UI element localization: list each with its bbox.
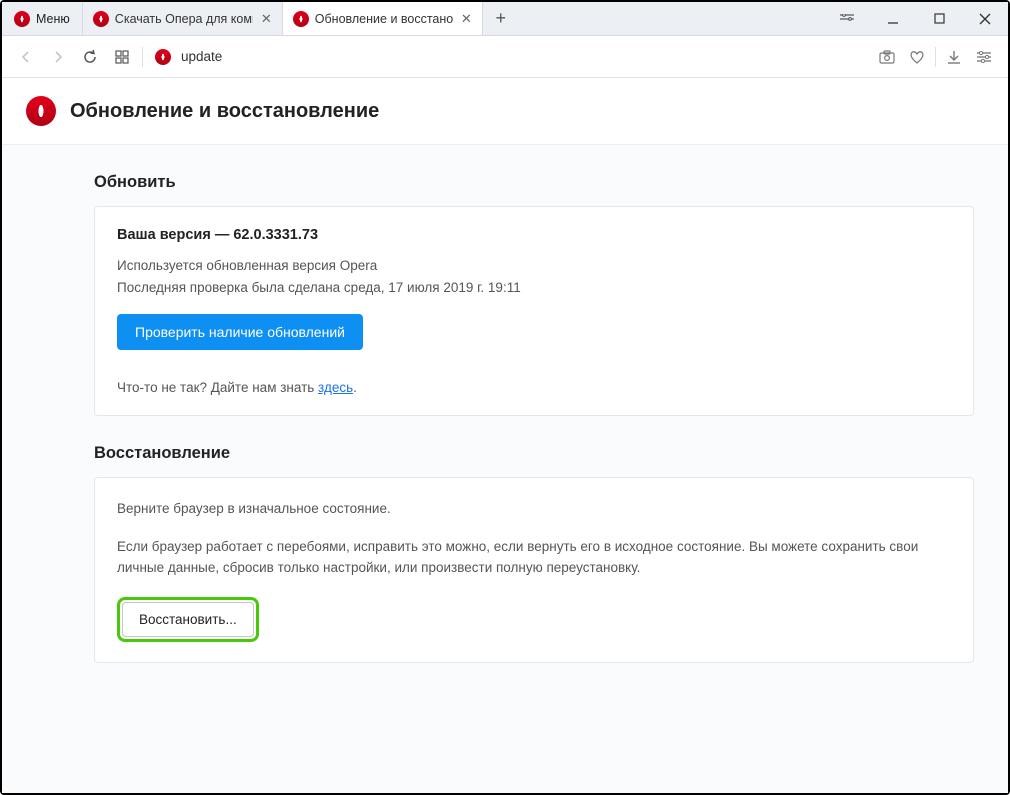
status-text: Используется обновленная версия Opera: [117, 255, 951, 277]
tab-update-recovery[interactable]: Обновление и восстановл ✕: [283, 2, 483, 35]
back-button[interactable]: [12, 43, 40, 71]
menu-button[interactable]: Меню: [2, 2, 83, 35]
page-title: Обновление и восстановление: [70, 100, 379, 123]
footnote-suffix: .: [353, 380, 357, 395]
version-line: Ваша версия — 62.0.3331.73: [117, 227, 951, 243]
url-field[interactable]: update: [149, 49, 869, 65]
update-section: Обновить Ваша версия — 62.0.3331.73 Испо…: [94, 173, 974, 416]
page-header: Обновление и восстановление: [2, 78, 1008, 145]
speed-dial-button[interactable]: [108, 43, 136, 71]
opera-logo-icon: [14, 11, 30, 27]
close-window-button[interactable]: [962, 2, 1008, 36]
window-controls: [824, 2, 1008, 35]
close-icon[interactable]: ✕: [461, 11, 472, 27]
address-actions: [873, 43, 998, 71]
snapshot-button[interactable]: [873, 43, 901, 71]
opera-logo-icon: [26, 96, 56, 126]
tab-title: Обновление и восстановл: [315, 12, 453, 26]
recovery-description: Если браузер работает с перебоями, испра…: [117, 536, 951, 579]
menu-lines-icon[interactable]: [824, 2, 870, 36]
url-text: update: [181, 49, 222, 64]
recovery-card: Верните браузер в изначальное состояние.…: [94, 477, 974, 663]
reload-button[interactable]: [76, 43, 104, 71]
feedback-footnote: Что-то не так? Дайте нам знать здесь.: [117, 380, 951, 395]
tab-download[interactable]: Скачать Опера для компь ✕: [83, 2, 283, 35]
tab-strip: Скачать Опера для компь ✕ Обновление и в…: [83, 2, 824, 35]
recovery-intro: Верните браузер в изначальное состояние.: [117, 498, 951, 520]
titlebar: Меню Скачать Опера для компь ✕ Обновлени…: [2, 2, 1008, 36]
separator: [935, 47, 936, 67]
separator: [142, 47, 143, 67]
section-heading: Обновить: [94, 173, 974, 192]
maximize-button[interactable]: [916, 2, 962, 36]
easy-setup-button[interactable]: [970, 43, 998, 71]
page-content: Обновление и восстановление Обновить Ваш…: [2, 78, 1008, 793]
footnote-prefix: Что-то не так? Дайте нам знать: [117, 380, 318, 395]
version-value: 62.0.3331.73: [233, 227, 318, 243]
opera-favicon-icon: [93, 11, 109, 27]
feedback-link[interactable]: здесь: [318, 380, 353, 395]
bookmark-heart-button[interactable]: [903, 43, 931, 71]
new-tab-button[interactable]: +: [483, 2, 519, 35]
minimize-button[interactable]: [870, 2, 916, 36]
restore-button[interactable]: Восстановить...: [122, 602, 254, 637]
address-bar: update: [2, 36, 1008, 78]
close-icon[interactable]: ✕: [261, 11, 272, 27]
last-check-text: Последняя проверка была сделана среда, 1…: [117, 277, 951, 299]
recovery-section: Восстановление Верните браузер в изначал…: [94, 444, 974, 663]
opera-favicon-icon: [293, 11, 309, 27]
menu-label: Меню: [36, 12, 70, 26]
update-card: Ваша версия — 62.0.3331.73 Используется …: [94, 206, 974, 416]
version-prefix: Ваша версия —: [117, 227, 233, 243]
check-updates-button[interactable]: Проверить наличие обновлений: [117, 314, 363, 350]
tab-title: Скачать Опера для компь: [115, 12, 253, 26]
section-heading: Восстановление: [94, 444, 974, 463]
highlight-ring: Восстановить...: [117, 597, 259, 642]
downloads-button[interactable]: [940, 43, 968, 71]
opera-favicon-icon: [155, 49, 171, 65]
forward-button[interactable]: [44, 43, 72, 71]
